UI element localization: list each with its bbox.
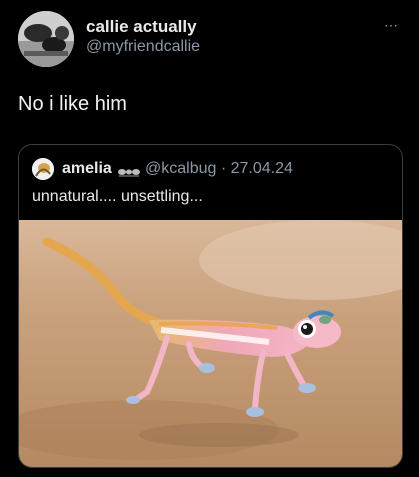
quoted-meta: @kcalbug · 27.04.24 xyxy=(145,160,293,178)
more-options-icon[interactable]: ⋯ xyxy=(384,17,399,34)
quoted-text: unnatural.... unsettling... xyxy=(32,188,203,205)
author-handle[interactable]: @myfriendcallie xyxy=(86,38,200,56)
quoted-display-name[interactable]: amelia xyxy=(62,160,112,178)
tweet-text: No i like him xyxy=(18,93,127,115)
quoted-tweet[interactable]: amelia @kcalbug · 27.04.24 unnatural....… xyxy=(18,144,403,468)
quoted-avatar-image xyxy=(32,158,54,180)
quoted-avatar[interactable] xyxy=(32,158,54,180)
author-display-name[interactable]: callie actually xyxy=(86,17,197,37)
quoted-handle[interactable]: @kcalbug xyxy=(145,160,216,177)
quoted-date[interactable]: 27.04.24 xyxy=(231,160,293,177)
ant-emoji-icon xyxy=(117,164,141,182)
author-avatar[interactable] xyxy=(18,11,74,67)
tweet: callie actually @myfriendcallie ⋯ No i l… xyxy=(0,0,419,477)
gecko-photo xyxy=(19,220,402,467)
quoted-media-image[interactable] xyxy=(19,220,402,467)
meta-separator: · xyxy=(220,160,227,177)
avatar-image xyxy=(18,11,74,67)
